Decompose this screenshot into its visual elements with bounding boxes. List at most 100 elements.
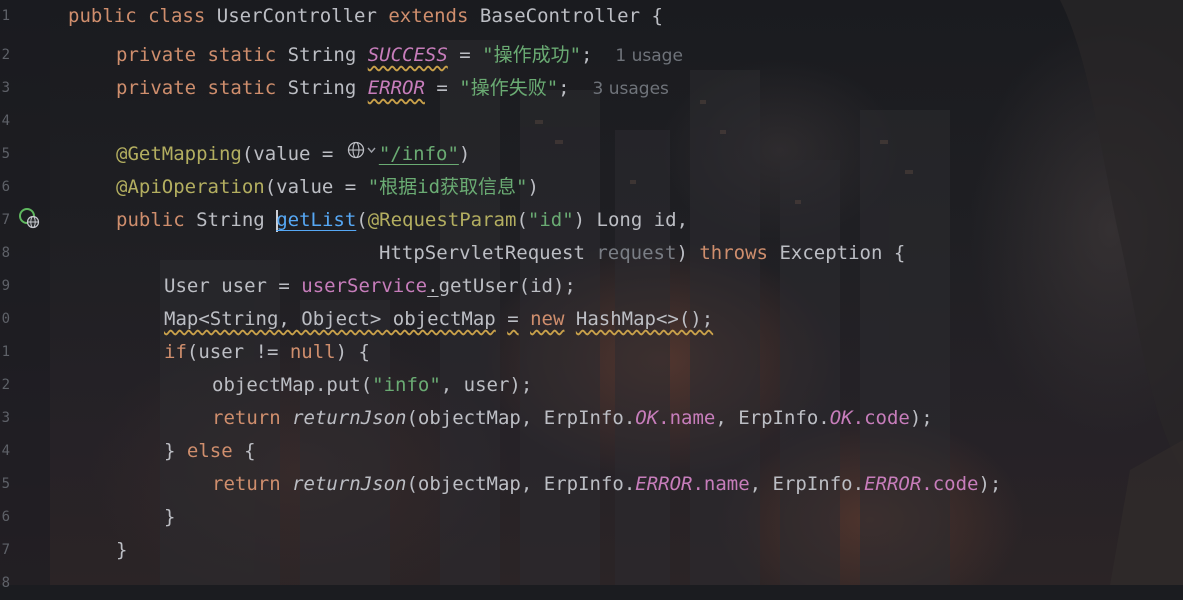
call-args: , ErpInfo. [749, 473, 865, 495]
code-line-9: User user = userService.getUser(id); [164, 270, 576, 303]
brace: } [116, 539, 128, 561]
annotation-request-param: @RequestParam [367, 209, 517, 231]
method-call: objectMap.put( [212, 374, 373, 396]
static-field-error: ERROR [367, 77, 425, 99]
line-number: 8 [1, 575, 10, 591]
dot-operator: . [427, 275, 439, 297]
base-class-name: BaseController [479, 5, 641, 27]
kw-else: else [186, 440, 233, 462]
line-number: 3 [1, 410, 10, 426]
field-access: .name [692, 473, 750, 495]
line-number: 2 [1, 377, 10, 393]
usages-inlay-hint[interactable]: 3 usages [593, 79, 669, 99]
line-number: 1 [1, 8, 10, 24]
constructor-call: HashMap<>(); [575, 308, 714, 330]
globe-url-icon[interactable] [347, 138, 377, 171]
semicolon: ; [581, 44, 593, 66]
call-args: (objectMap, ErpInfo. [406, 473, 636, 495]
call-close: ); [978, 473, 1002, 495]
url-string-literal[interactable]: "/info" [379, 143, 459, 165]
code-line-8: HttpServletRequest request) throws Excep… [379, 237, 905, 270]
annotation-get-mapping: @GetMapping [116, 143, 242, 165]
operator: = [459, 44, 471, 66]
code-line-5: @GetMapping(value = "/info") [116, 138, 470, 171]
paren: ) [458, 143, 471, 165]
line-number: 5 [1, 476, 10, 492]
line-number: 4 [1, 113, 10, 129]
kw-static: static [207, 44, 277, 66]
code-line-11: if(user != null) { [164, 336, 370, 369]
line-number: 7 [1, 212, 10, 228]
code-line-15: return returnJson(objectMap, ErpInfo.ERR… [212, 468, 1001, 501]
field-user-service: userService [301, 275, 428, 297]
unused-param-request: request [596, 242, 677, 264]
call-args: , user); [440, 374, 533, 396]
line-number: 3 [1, 80, 10, 96]
paren: ( [516, 209, 528, 231]
kw-throws: throws [699, 242, 768, 264]
web-endpoint-gutter-icon[interactable] [18, 207, 40, 229]
field-access: .code [852, 407, 910, 429]
enum-constant: ERROR [864, 473, 922, 495]
line-number: 1 [1, 344, 10, 360]
line-number: 0 [1, 311, 10, 327]
paren: ) [527, 176, 539, 198]
kw-private: private [116, 44, 197, 66]
method-name-getlist[interactable]: getList [276, 209, 356, 231]
field-access: .name [658, 407, 716, 429]
line-number: 6 [1, 179, 10, 195]
paren: ( [356, 209, 368, 231]
code-line-2: private static String SUCCESS = "操作成功"; … [116, 39, 683, 72]
kw-static: static [207, 77, 277, 99]
brace: } [164, 440, 176, 462]
kw-private: private [116, 77, 197, 99]
string-literal: "info" [372, 374, 441, 396]
string-literal: "操作失败" [459, 77, 559, 99]
line-number: 5 [1, 146, 10, 162]
exception-type: Exception { [779, 242, 906, 264]
type-name: HttpServletRequest [379, 242, 585, 264]
variable-declaration: User user = [164, 275, 290, 297]
kw-extends: extends [388, 5, 469, 27]
string-literal: "操作成功" [482, 44, 582, 66]
line-number: 7 [1, 542, 10, 558]
param-declaration: ) Long id, [573, 209, 689, 231]
kw-return: return [212, 473, 281, 495]
line-number: 8 [1, 245, 10, 261]
type-name: String [287, 77, 357, 99]
kw-public: public [68, 5, 137, 27]
code-line-16: } [164, 501, 175, 534]
operator: = [507, 308, 519, 330]
line-number: 4 [1, 443, 10, 459]
condition: (user != [186, 341, 279, 363]
code-line-13: return returnJson(objectMap, ErpInfo.OK.… [212, 402, 933, 435]
enum-constant: ERROR [635, 473, 693, 495]
call-args: (objectMap, ErpInfo. [406, 407, 636, 429]
code-line-1: public class UserController extends Base… [68, 0, 663, 33]
usages-inlay-hint[interactable]: 1 usage [615, 46, 683, 66]
enum-constant: OK [635, 407, 659, 429]
string-literal: "根据id获取信息" [367, 176, 528, 198]
annotation-args: (value = [241, 143, 334, 165]
line-number-gutter: 1 2 3 4 5 6 7 8 9 0 1 2 3 4 5 6 7 8 [0, 0, 50, 591]
kw-if: if [164, 341, 187, 363]
code-line-14: } else { [164, 435, 256, 468]
semicolon: ; [558, 77, 570, 99]
kw-null: null [289, 341, 336, 363]
code-line-3: private static String ERROR = "操作失败"; 3 … [116, 72, 669, 105]
brace: { [651, 5, 663, 27]
code-line-10: Map<String, Object> objectMap = new Hash… [164, 303, 713, 336]
code-line-12: objectMap.put("info", user); [212, 369, 532, 402]
enum-constant: OK [829, 407, 853, 429]
method-call: getUser(id); [438, 275, 576, 297]
operator: = [436, 77, 448, 99]
string-literal: "id" [527, 209, 574, 231]
type-name: String [287, 44, 357, 66]
call-args: , ErpInfo. [715, 407, 830, 429]
kw-public: public [116, 209, 185, 231]
annotation-api-operation: @ApiOperation [116, 176, 265, 198]
code-line-7: public String getList(@RequestParam("id"… [116, 204, 688, 237]
kw-new: new [530, 308, 565, 330]
class-name: UserController [216, 5, 377, 27]
line-number: 6 [1, 509, 10, 525]
